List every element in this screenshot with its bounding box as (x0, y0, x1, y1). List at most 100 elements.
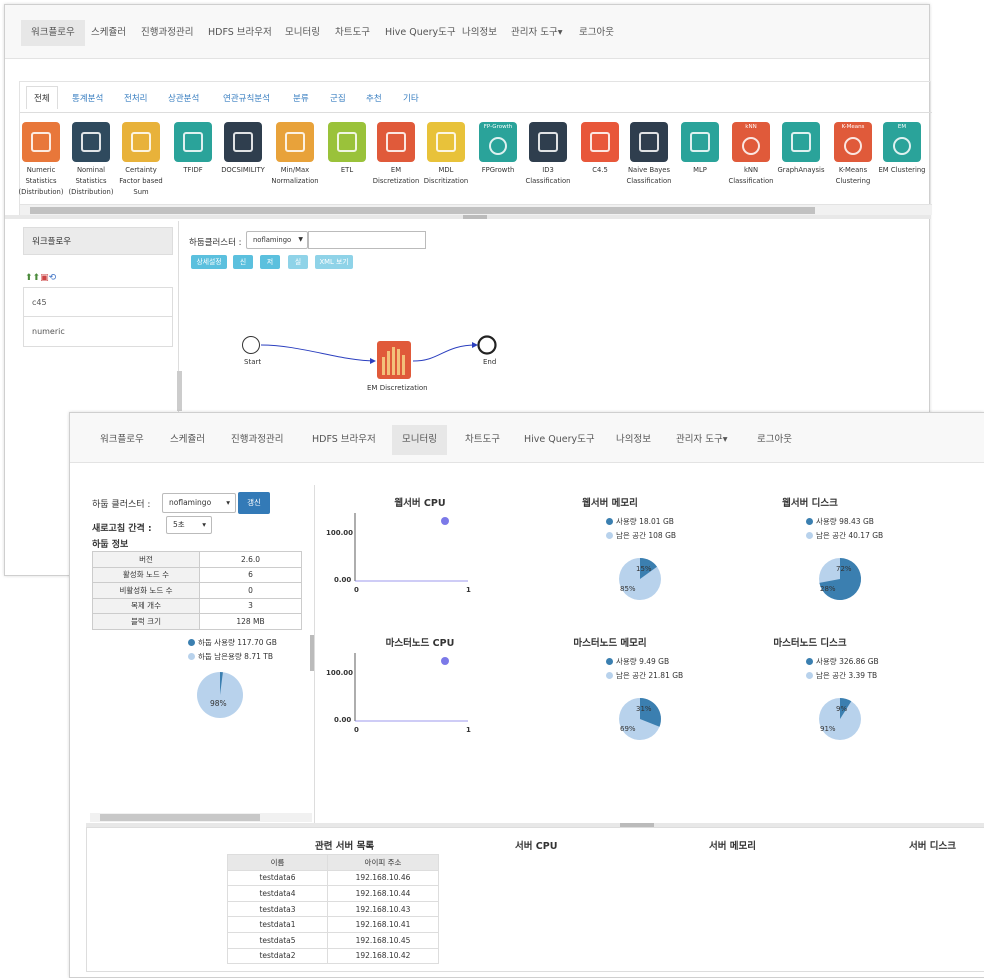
tool-item[interactable]: DOCSIMILITY (218, 122, 268, 176)
graph-icon (782, 122, 820, 162)
palette-scrollbar[interactable] (20, 204, 932, 215)
tool-item[interactable]: Nominal Statistics (Distribution) (66, 122, 116, 198)
cluster-select[interactable]: noflamingo ▾ (162, 493, 236, 513)
tab-clustering[interactable]: 군집 (330, 92, 346, 104)
table-row[interactable]: testdata4 192.168.10.44 (227, 885, 439, 902)
tool-item[interactable]: Numeric Statistics (Distribution) (16, 122, 66, 198)
tool-label: FPGrowth (481, 166, 515, 174)
nav-progress[interactable]: 진행과정관리 (221, 425, 293, 455)
table-row: 복제 개수 3 (92, 597, 302, 614)
hadoop-info-panel: 하둡 클러스터 : noflamingo ▾ 갱신 새로고침 간격 : 5초 ▾ 하… (70, 485, 314, 825)
table-row[interactable]: testdata2 192.168.10.42 (227, 947, 439, 965)
pie-panel: 마스터노드 메모리 사용량 9.49 GB 남은 공간 21.81 GB 31% 69% (510, 633, 710, 763)
refresh-button[interactable]: 갱신 (238, 492, 270, 514)
tool-item[interactable]: GraphAnaysis (776, 122, 826, 176)
flow-edge (260, 344, 376, 364)
download-icon[interactable]: ⬆ (33, 273, 41, 283)
tab-correlation[interactable]: 상관분석 (168, 92, 199, 104)
tab-all[interactable]: 전체 (26, 86, 58, 109)
tab-preprocess[interactable]: 전처리 (124, 92, 147, 104)
tool-item[interactable]: K-Means K-Means Clustering (828, 122, 878, 187)
tool-label: EM Clustering (878, 166, 926, 174)
tool-item[interactable]: Naive Bayes Classification (624, 122, 674, 187)
end-label: End (483, 358, 497, 366)
id3-icon (529, 122, 567, 162)
used-pct: 31% (636, 705, 652, 713)
tool-item[interactable]: MDL Discritization (421, 122, 471, 187)
naive-bayes-icon (630, 122, 668, 162)
upload-icon[interactable]: ⬆ (25, 273, 33, 283)
table-row: 비활성화 노드 수0 (92, 582, 302, 599)
sidebar-item[interactable]: numeric (23, 317, 173, 347)
tool-item[interactable]: EM Discretization (371, 122, 421, 187)
delete-icon[interactable]: ▣ (40, 273, 49, 283)
tool-item[interactable]: ID3 Classification (523, 122, 573, 187)
tool-label: EM Discretization (372, 166, 420, 185)
nav-scheduler[interactable]: 스케쥴러 (160, 425, 215, 455)
pie-panel: 마스터노드 디스크 사용량 326.86 GB 남은 공간 3.39 TB 9% 91% (710, 633, 910, 763)
sidebar-toolbar-icons: ⬆⬆▣⟲ (25, 273, 56, 283)
tab-classification[interactable]: 분류 (293, 92, 309, 104)
tab-etc[interactable]: 기타 (403, 92, 419, 104)
tool-item[interactable]: ETL (322, 122, 372, 176)
cf-sum-icon (122, 122, 160, 162)
tool-badge: FP-Growth (483, 124, 513, 130)
tool-item[interactable]: Certainty Factor based Sum (116, 122, 166, 198)
nav-progress[interactable]: 진행과정관리 (131, 20, 203, 46)
tab-statistics[interactable]: 통계분석 (72, 92, 103, 104)
nav-admin-tools[interactable]: 관리자 도구▾ (666, 425, 738, 455)
table-row[interactable]: testdata1 192.168.10.41 (227, 916, 439, 933)
cpu-data-point (441, 517, 449, 525)
nav-monitoring[interactable]: 모니터링 (275, 20, 330, 46)
tool-item[interactable]: TFIDF (168, 122, 218, 176)
nav-chart-tool[interactable]: 차트도구 (455, 425, 510, 455)
tool-item[interactable]: Min/Max Normalization (270, 122, 320, 187)
nav-hdfs-browser[interactable]: HDFS 브라우저 (302, 425, 386, 455)
nav-my-info[interactable]: 나의정보 (606, 425, 661, 455)
nav-workflow[interactable]: 워크플로우 (21, 20, 85, 46)
table-row[interactable]: testdata5 192.168.10.45 (227, 931, 439, 949)
flow-canvas[interactable] (181, 221, 931, 417)
top-navbar: 워크플로우 스케쥴러 진행과정관리 HDFS 브라우저 모니터링 차트도구 Hi… (70, 413, 984, 463)
tool-item[interactable]: kNN kNN Classification (726, 122, 776, 187)
table-row[interactable]: testdata6 192.168.10.46 (227, 869, 439, 887)
tool-item[interactable]: EM EM Clustering (877, 122, 927, 176)
bar-chart-icon (72, 122, 110, 162)
server-table: 이름 아이피 주소 testdata6 192.168.10.46 testdata… (227, 854, 439, 965)
nav-my-info[interactable]: 나의정보 (452, 20, 507, 46)
nav-chart-tool[interactable]: 차트도구 (325, 20, 380, 46)
tab-association[interactable]: 연관규칙분석 (223, 92, 270, 104)
node-label: EM Discretization (367, 384, 428, 392)
server-list-title: 관련 서버 목록 (315, 841, 375, 852)
nav-hdfs-browser[interactable]: HDFS 브라우저 (198, 20, 282, 46)
tool-label: Nominal Statistics (Distribution) (68, 166, 114, 196)
left-hscrollbar[interactable] (90, 813, 312, 822)
nav-scheduler[interactable]: 스케쥴러 (81, 20, 136, 46)
free-pct: 69% (620, 725, 636, 733)
refresh-icon[interactable]: ⟲ (49, 273, 57, 283)
start-node (242, 336, 260, 354)
nav-admin-tools[interactable]: 관리자 도구▾ (501, 20, 573, 46)
cpu-data-point (441, 657, 449, 665)
nav-workflow[interactable]: 워크플로우 (90, 425, 154, 455)
hadoop-info-title: 하둡 정보 (92, 540, 129, 550)
used-pct: 15% (636, 565, 652, 573)
tool-palette: 전체 통계분석 전처리 상관분석 연관규칙분석 분류 군집 추천 기타 Nume… (16, 81, 932, 215)
free-dot-icon (188, 653, 195, 660)
interval-select[interactable]: 5초 ▾ (166, 516, 212, 534)
sidebar-item[interactable]: c45 (23, 287, 173, 317)
tool-item[interactable]: FP-Growth FPGrowth (473, 122, 523, 176)
start-label: Start (244, 358, 262, 366)
table-row[interactable]: testdata3 192.168.10.43 (227, 900, 439, 918)
tool-item[interactable]: MLP (675, 122, 725, 176)
nav-hive-query[interactable]: Hive Query도구 (514, 425, 605, 455)
tab-recommend[interactable]: 추천 (366, 92, 382, 104)
tool-item[interactable]: C4.5 (575, 122, 625, 176)
nav-logout[interactable]: 로그아웃 (747, 425, 802, 455)
tool-label: GraphAnaysis (777, 166, 825, 174)
usage-pie (819, 558, 862, 600)
interval-label: 새로고침 간격 : (92, 524, 152, 534)
nav-monitoring[interactable]: 모니터링 (392, 425, 447, 455)
server-memory-title: 서버 메모리 (709, 841, 757, 852)
nav-logout[interactable]: 로그아웃 (569, 20, 624, 46)
